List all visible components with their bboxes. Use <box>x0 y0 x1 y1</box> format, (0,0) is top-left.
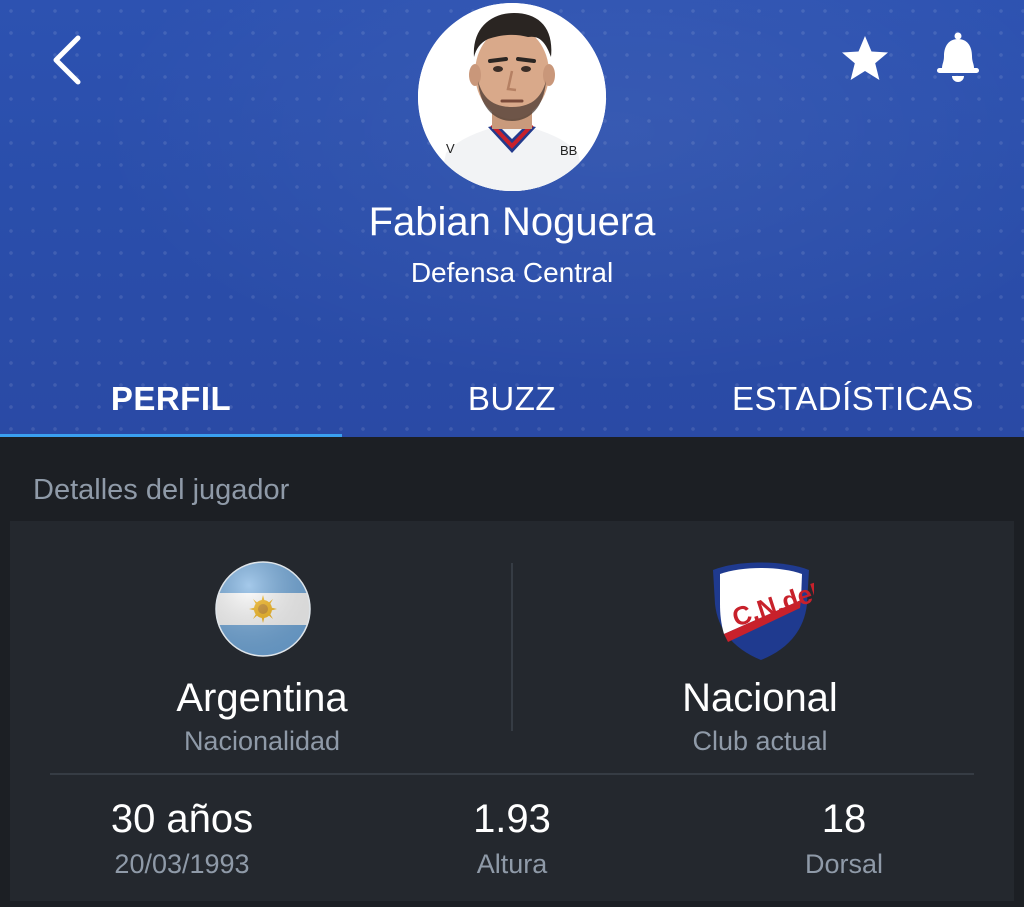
tab-buzz[interactable]: BUZZ <box>342 360 682 437</box>
jersey-number-value: 18 <box>821 797 867 841</box>
player-header: BB V Fabian Noguera Defensa Central PERF… <box>0 0 1024 437</box>
favorite-button[interactable] <box>838 32 892 86</box>
player-photo: BB V <box>418 3 606 191</box>
jersey-number-label: Dorsal <box>804 849 884 879</box>
club-value: Nacional <box>682 676 838 720</box>
tab-bar: PERFIL BUZZ ESTADÍSTICAS <box>0 360 1024 437</box>
star-icon <box>842 36 888 80</box>
svg-text:V: V <box>446 141 455 156</box>
tab-perfil[interactable]: PERFIL <box>0 360 342 437</box>
argentina-flag-icon <box>214 560 312 658</box>
nationality-label: Nacionalidad <box>183 726 341 756</box>
tab-estadisticas[interactable]: ESTADÍSTICAS <box>682 360 1024 437</box>
chevron-left-icon <box>53 35 81 85</box>
bell-icon <box>937 32 979 82</box>
birthdate-label: 20/03/1993 <box>114 849 250 879</box>
svg-text:BB: BB <box>560 143 577 158</box>
height-label: Altura <box>476 849 548 879</box>
back-button[interactable] <box>44 30 94 90</box>
nationality-value: Argentina <box>176 676 348 720</box>
horizontal-divider <box>50 773 974 775</box>
notifications-button[interactable] <box>928 28 988 88</box>
player-position: Defensa Central <box>410 257 614 288</box>
age-value: 30 años <box>110 797 254 841</box>
section-title: Detalles del jugador <box>33 474 290 506</box>
height-value: 1.93 <box>473 797 551 841</box>
player-avatar: BB V <box>418 3 606 191</box>
active-tab-indicator <box>0 434 342 437</box>
player-name: Fabian Noguera <box>368 200 656 244</box>
club-label: Club actual <box>692 726 828 756</box>
vertical-divider <box>511 563 513 731</box>
club-nacional-crest-icon: C.N.deF. <box>708 556 835 662</box>
